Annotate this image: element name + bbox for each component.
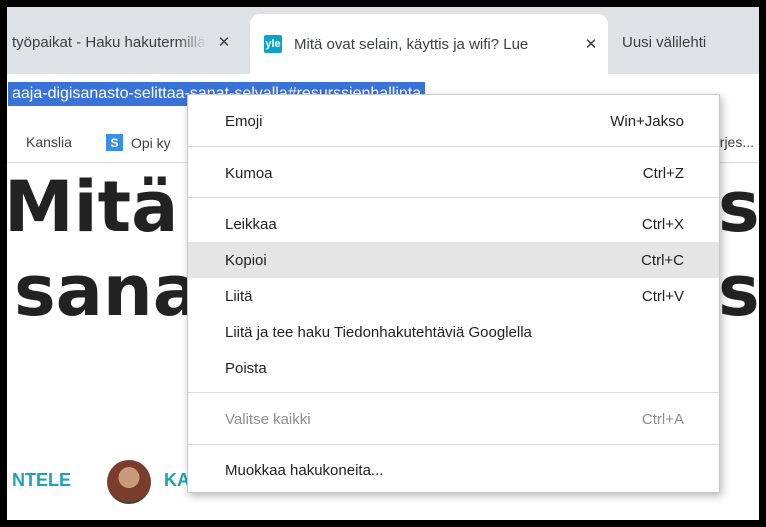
- menu-item-shortcut: Ctrl+V: [641, 287, 684, 305]
- menu-item-shortcut: Win+Jakso: [610, 112, 684, 130]
- menu-item-label: Emoji: [225, 112, 263, 130]
- menu-item-label: Liitä: [225, 287, 253, 305]
- menu-item-shortcut: Ctrl+C: [641, 251, 684, 269]
- menu-item-label: Kopioi: [225, 251, 267, 269]
- menu-item-label: Kumoa: [225, 164, 273, 182]
- article-headline-right1: s: [718, 166, 760, 248]
- menu-item-copy[interactable]: Kopioi Ctrl+C: [188, 242, 719, 278]
- article-headline-right2: s: [718, 250, 760, 332]
- category-tag[interactable]: NTELE: [12, 470, 71, 491]
- menu-item-shortcut: Ctrl+A: [641, 410, 684, 428]
- bookmark-label: Opi ky: [131, 134, 171, 151]
- menu-item-paste[interactable]: Liitä Ctrl+V: [188, 278, 719, 314]
- tab-strip: työpaikat - Haku hakutermillä ✕ yle Mitä…: [0, 0, 766, 74]
- menu-item-label: Valitse kaikki: [225, 410, 311, 428]
- menu-item-label: Liitä ja tee haku Tiedonhakutehtäviä Goo…: [225, 323, 532, 341]
- avatar: [107, 460, 151, 504]
- menu-item-undo[interactable]: Kumoa Ctrl+Z: [188, 155, 719, 191]
- tab-title: työpaikat - Haku hakutermillä: [12, 33, 206, 51]
- menu-item-label: Muokkaa hakukoneita...: [225, 461, 384, 479]
- s-favicon-icon: S: [106, 134, 123, 151]
- menu-item-emoji[interactable]: Emoji Win+Jakso: [188, 103, 719, 139]
- context-menu: Emoji Win+Jakso Kumoa Ctrl+Z Leikkaa Ctr…: [187, 94, 720, 493]
- menu-item-shortcut: Ctrl+X: [641, 215, 684, 233]
- menu-item-paste-and-search[interactable]: Liitä ja tee haku Tiedonhakutehtäviä Goo…: [188, 314, 719, 350]
- menu-item-label: Poista: [225, 359, 267, 377]
- bookmark-opi[interactable]: S Opi ky: [106, 134, 171, 151]
- yle-favicon-icon: yle: [264, 35, 282, 53]
- menu-separator: [188, 146, 719, 147]
- tab-active-yle[interactable]: yle Mitä ovat selain, käyttis ja wifi? L…: [250, 14, 608, 74]
- menu-item-label: Leikkaa: [225, 215, 277, 233]
- menu-separator: [188, 197, 719, 198]
- close-icon[interactable]: ✕: [215, 33, 233, 51]
- menu-item-edit-search-engines[interactable]: Muokkaa hakukoneita...: [188, 452, 719, 488]
- tab-title: Mitä ovat selain, käyttis ja wifi? Lue: [294, 35, 529, 53]
- bookmark-label: Kanslia: [26, 134, 72, 150]
- close-icon[interactable]: ✕: [582, 35, 600, 53]
- menu-separator: [188, 392, 719, 393]
- tab-tyopaikat[interactable]: työpaikat - Haku hakutermillä ✕: [12, 14, 244, 70]
- bookmark-kanslia[interactable]: Kanslia: [26, 134, 72, 150]
- menu-item-shortcut: Ctrl+Z: [642, 164, 684, 182]
- tab-new[interactable]: Uusi välilehti: [622, 14, 762, 70]
- menu-item-delete[interactable]: Poista: [188, 350, 719, 386]
- tab-title: Uusi välilehti: [622, 33, 707, 51]
- menu-item-select-all[interactable]: Valitse kaikki Ctrl+A: [188, 401, 719, 437]
- menu-separator: [188, 444, 719, 445]
- menu-item-cut[interactable]: Leikkaa Ctrl+X: [188, 206, 719, 242]
